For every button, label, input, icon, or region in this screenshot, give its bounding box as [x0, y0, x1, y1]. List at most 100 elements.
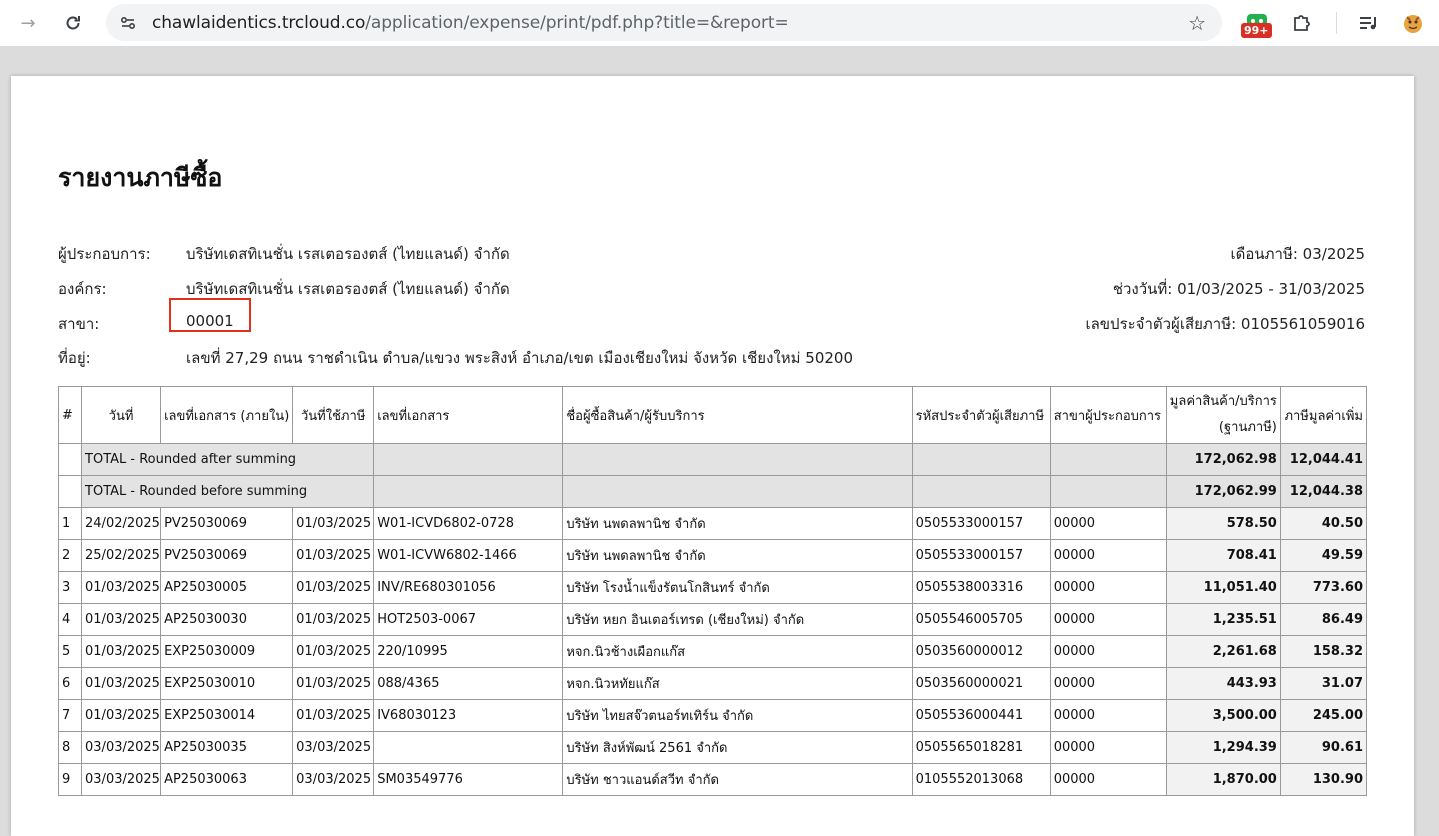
branch-highlight-box — [169, 298, 251, 332]
toolbar-separator — [1336, 12, 1337, 34]
table-row: 6 01/03/2025 EXP25030010 01/03/2025 088/4365… — [57, 667, 1368, 700]
date-range: ช่วงวันที่: 01/03/2025 - 31/03/2025 — [1112, 280, 1365, 298]
address-label: ที่อยู่: — [58, 349, 91, 367]
total-label: TOTAL - Rounded after summing — [81, 443, 375, 476]
cell-name: บริษัท นพดลพานิช จำกัด — [562, 539, 913, 572]
forward-icon[interactable]: → — [14, 9, 42, 37]
operator-value: บริษัทเดสทิเนชั่น เรสเตอรองตส์ (ไทยแลนด์… — [186, 245, 510, 263]
table-cell — [562, 475, 913, 508]
table-cell — [911, 475, 1051, 508]
cell-ref: 220/10995 — [373, 635, 564, 668]
cell-branch: 00000 — [1049, 635, 1167, 668]
cell-doc: PV25030069 — [160, 507, 294, 540]
total-amount: 172,062.98 — [1165, 443, 1281, 476]
cell-name: บริษัท นพดลพานิช จำกัด — [562, 507, 913, 540]
table-row: 1 24/02/2025 PV25030069 01/03/2025 W01-ICVD6… — [57, 507, 1368, 540]
cell-ref: HOT2503-0067 — [373, 603, 564, 636]
col-header-amount: มูลค่าสินค้า/บริการ (ฐานภาษี) — [1165, 386, 1281, 444]
cell-date: 01/03/2025 — [81, 667, 162, 700]
purchase-tax-table: # วันที่ เลขที่เอกสาร (ภายใน) วันที่ใช้ภ… — [57, 386, 1368, 796]
table-cell — [373, 475, 564, 508]
cell-no: 5 — [57, 635, 83, 668]
cell-tax-id: 0505538003316 — [911, 571, 1051, 604]
cell-tax-id: 0505565018281 — [911, 731, 1051, 764]
cell-date: 01/03/2025 — [81, 603, 162, 636]
cell-doc: EXP25030014 — [160, 699, 294, 732]
cell-name: บริษัท ชาวแอนด์สวีท จำกัด — [562, 763, 913, 796]
table-cell — [562, 443, 913, 476]
cell-amount: 1,294.39 — [1165, 731, 1281, 764]
url-path: /application/expense/print/pdf.php?title… — [365, 13, 789, 33]
cell-tax-id: 0505536000441 — [911, 699, 1051, 732]
cell-ref: INV/RE680301056 — [373, 571, 564, 604]
table-row: 9 03/03/2025 AP25030063 03/03/2025 SM0354977… — [57, 763, 1368, 796]
cell-doc: AP25030005 — [160, 571, 294, 604]
col-header-date: วันที่ — [81, 386, 162, 444]
extensions-puzzle-icon[interactable] — [1288, 9, 1316, 37]
reload-icon[interactable] — [59, 9, 87, 37]
cell-branch: 00000 — [1049, 667, 1167, 700]
cell-doc: PV25030069 — [160, 539, 294, 572]
table-row: 4 01/03/2025 AP25030030 01/03/2025 HOT2503-0… — [57, 603, 1368, 636]
cell-ref: W01-ICVW6802-1466 — [373, 539, 564, 572]
cell-date: 01/03/2025 — [81, 635, 162, 668]
cell-no: 9 — [57, 763, 83, 796]
site-settings-icon[interactable] — [118, 13, 138, 33]
cell-no: 1 — [57, 507, 83, 540]
total-vat: 12,044.41 — [1279, 443, 1368, 476]
bookmark-star-icon[interactable]: ☆ — [1188, 11, 1206, 35]
cell-tax-id: 0505533000157 — [911, 539, 1051, 572]
table-cell — [57, 475, 83, 508]
browser-toolbar: → chawlaidentics.trcloud.co/application/… — [0, 0, 1439, 47]
cell-tax-date: 03/03/2025 — [292, 763, 375, 796]
cell-no: 2 — [57, 539, 83, 572]
col-header-amount-line2: (ฐานภาษี) — [1218, 420, 1277, 435]
cell-ref — [373, 731, 564, 764]
cell-name: บริษัท โรงน้ำแข็งรัตนโกสินทร์ จำกัด — [562, 571, 913, 604]
cell-tax-id: 0503560000021 — [911, 667, 1051, 700]
table-cell — [373, 443, 564, 476]
table-header-row: # วันที่ เลขที่เอกสาร (ภายใน) วันที่ใช้ภ… — [57, 386, 1368, 444]
org-label: องค์กร: — [58, 280, 107, 298]
cell-tax-date: 01/03/2025 — [292, 603, 375, 636]
cell-branch: 00000 — [1049, 507, 1167, 540]
cell-ref: W01-ICVD6802-0728 — [373, 507, 564, 540]
cell-tax-date: 01/03/2025 — [292, 667, 375, 700]
cell-doc: AP25030063 — [160, 763, 294, 796]
total-vat: 12,044.38 — [1279, 475, 1368, 508]
cell-tax-date: 01/03/2025 — [292, 571, 375, 604]
cell-no: 7 — [57, 699, 83, 732]
cell-tax-id: 0503560000012 — [911, 635, 1051, 668]
media-control-icon[interactable] — [1355, 9, 1383, 37]
cell-tax-id: 0105552013068 — [911, 763, 1051, 796]
cell-vat: 773.60 — [1279, 571, 1368, 604]
cell-vat: 90.61 — [1279, 731, 1368, 764]
cell-no: 3 — [57, 571, 83, 604]
cell-amount: 1,235.51 — [1165, 603, 1281, 636]
col-header-doc-internal: เลขที่เอกสาร (ภายใน) — [160, 386, 294, 444]
table-cell — [57, 443, 83, 476]
cell-date: 03/03/2025 — [81, 731, 162, 764]
col-header-vat: ภาษีมูลค่าเพิ่ม — [1279, 386, 1368, 444]
cell-tax-id: 0505533000157 — [911, 507, 1051, 540]
cell-amount: 11,051.40 — [1165, 571, 1281, 604]
cell-ref: IV68030123 — [373, 699, 564, 732]
branch-label: สาขา: — [58, 315, 100, 333]
col-header-tax-id: รหัสประจำตัวผู้เสียภาษี — [911, 386, 1051, 444]
cell-amount: 3,500.00 — [1165, 699, 1281, 732]
cell-vat: 40.50 — [1279, 507, 1368, 540]
tax-id: เลขประจำตัวผู้เสียภาษี: 0105561059016 — [1085, 315, 1365, 333]
col-header-amount-line1: มูลค่าสินค้า/บริการ — [1169, 394, 1277, 409]
address-bar[interactable]: chawlaidentics.trcloud.co/application/ex… — [106, 4, 1222, 41]
cell-name: บริษัท หยก อินเตอร์เทรด (เชียงใหม่) จำกั… — [562, 603, 913, 636]
cell-doc: AP25030030 — [160, 603, 294, 636]
profile-avatar[interactable] — [1399, 9, 1427, 37]
report-page: รายงานภาษีซื้อ ผู้ประกอบการ: บริษัทเดสทิ… — [11, 76, 1414, 836]
url-text[interactable]: chawlaidentics.trcloud.co/application/ex… — [152, 13, 789, 33]
tax-month: เดือนภาษี: 03/2025 — [1230, 245, 1365, 263]
cell-amount: 578.50 — [1165, 507, 1281, 540]
cell-amount: 2,261.68 — [1165, 635, 1281, 668]
total-label: TOTAL - Rounded before summing — [81, 475, 375, 508]
address-value: เลขที่ 27,29 ถนน ราชดำเนิน ตำบล/แขวง พระ… — [186, 349, 854, 367]
cell-branch: 00000 — [1049, 571, 1167, 604]
